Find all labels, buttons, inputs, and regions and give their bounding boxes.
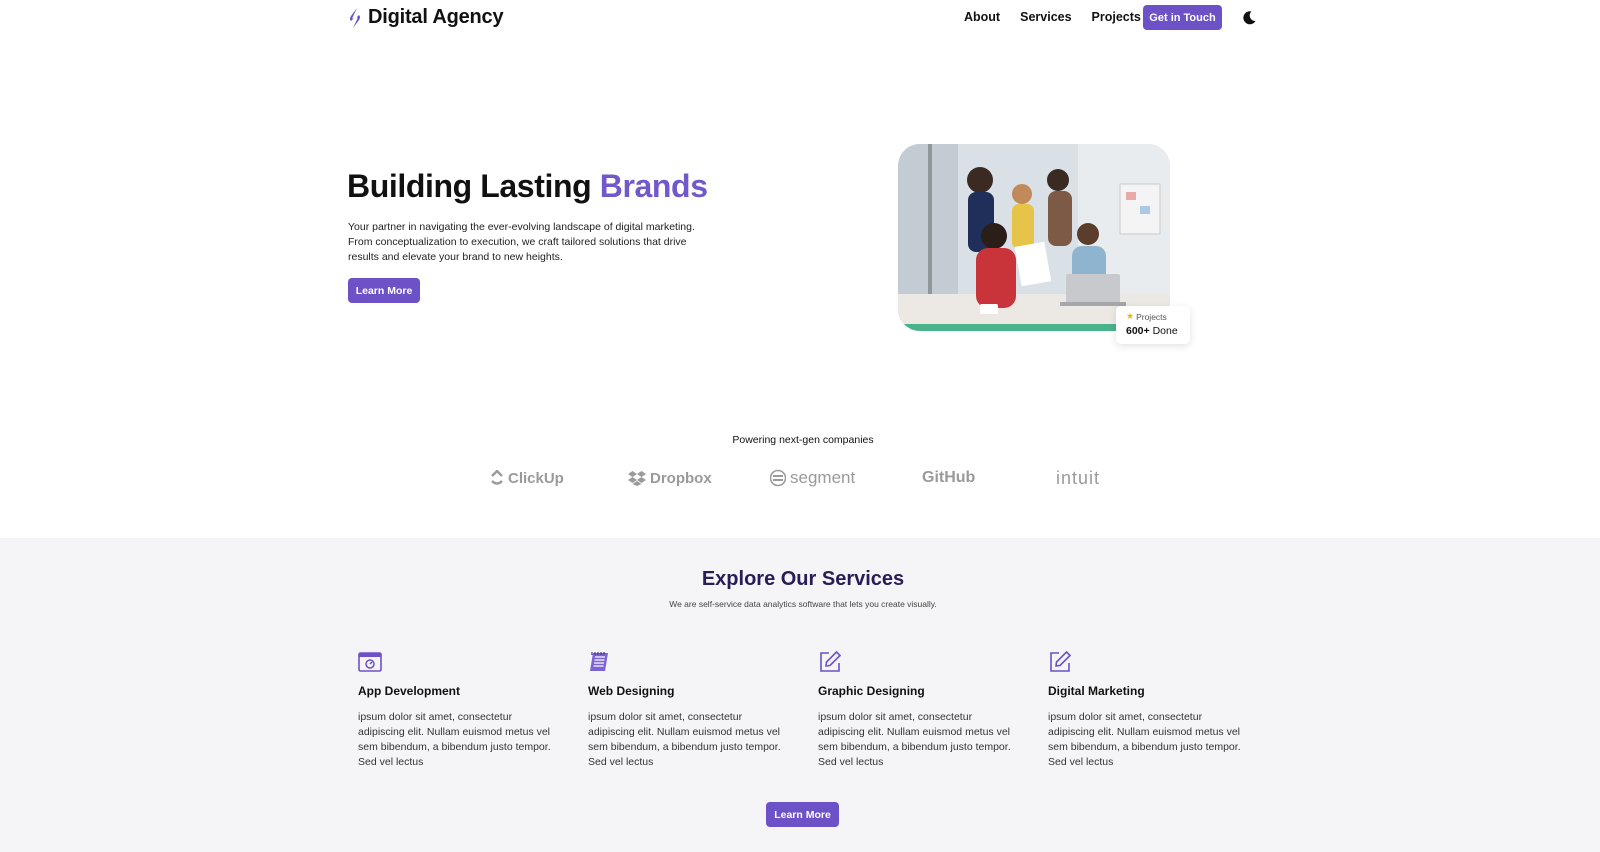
edit-icon xyxy=(1050,650,1072,672)
logo-intuit: intuit xyxy=(1056,467,1101,488)
projects-stat-card: ★ Projects 600+ Done xyxy=(1116,306,1190,344)
hero-title-accent: Brands xyxy=(599,168,708,204)
moon-icon[interactable] xyxy=(1241,10,1257,26)
services-subtitle: We are self-service data analytics softw… xyxy=(669,599,937,609)
logo-segment: segment xyxy=(770,467,855,489)
nav-links: About Services Projects xyxy=(964,10,1141,24)
stat-suffix: Done xyxy=(1152,325,1178,337)
service-description: ipsum dolor sit amet, consectetur adipis… xyxy=(358,711,551,768)
logos-title: Powering next-gen companies xyxy=(732,434,874,446)
services-section: Explore Our Services We are self-service… xyxy=(0,538,1600,852)
service-description: ipsum dolor sit amet, consectetur adipis… xyxy=(818,711,1011,768)
nav-link-about[interactable]: About xyxy=(964,10,1000,24)
hero-team-photo xyxy=(898,144,1170,331)
service-card-graphic-designing: Graphic Designing ipsum dolor sit amet, … xyxy=(818,650,1018,770)
service-name: Digital Marketing xyxy=(1048,684,1145,698)
service-name: Graphic Designing xyxy=(818,684,925,698)
top-nav: Digital Agency About Services Projects G… xyxy=(0,0,1600,36)
app-window-icon xyxy=(358,652,382,672)
service-description: ipsum dolor sit amet, consectetur adipis… xyxy=(588,711,781,768)
services-title: Explore Our Services xyxy=(701,568,905,590)
nav-link-services[interactable]: Services xyxy=(1020,10,1071,24)
clickup-icon xyxy=(491,470,503,485)
edit-icon xyxy=(820,650,842,672)
notebook-icon xyxy=(590,652,608,671)
logo-github: GitHub xyxy=(922,469,976,486)
stat-label: Projects xyxy=(1136,311,1167,322)
hero-title: Building Lasting Brands xyxy=(347,168,708,205)
service-description: ipsum dolor sit amet, consectetur adipis… xyxy=(1048,711,1241,768)
logo-dropbox: Dropbox xyxy=(628,467,712,489)
logo-clickup: ClickUp xyxy=(490,467,564,489)
brand-logo[interactable]: Digital Agency xyxy=(348,6,504,29)
service-card-app-development: App Development ipsum dolor sit amet, co… xyxy=(358,650,558,770)
star-icon: ★ xyxy=(1126,311,1135,321)
hero-title-main: Building Lasting xyxy=(347,168,600,204)
hero-description: Your partner in navigating the ever-evol… xyxy=(348,221,695,263)
segment-icon xyxy=(770,469,786,487)
service-card-digital-marketing: Digital Marketing ipsum dolor sit amet, … xyxy=(1048,650,1248,770)
stat-value: 600+ xyxy=(1126,325,1150,337)
get-in-touch-button[interactable]: Get in Touch xyxy=(1143,5,1222,30)
services-learn-more-button[interactable]: Learn More xyxy=(766,802,839,827)
service-card-web-designing: Web Designing ipsum dolor sit amet, cons… xyxy=(588,650,788,770)
brand-icon xyxy=(350,7,360,28)
service-name: App Development xyxy=(358,684,461,698)
dropbox-icon xyxy=(628,471,646,486)
service-name: Web Designing xyxy=(588,684,675,698)
brand-name: Digital Agency xyxy=(368,6,504,28)
hero-learn-more-button[interactable]: Learn More xyxy=(348,278,420,303)
nav-link-projects[interactable]: Projects xyxy=(1092,10,1141,24)
